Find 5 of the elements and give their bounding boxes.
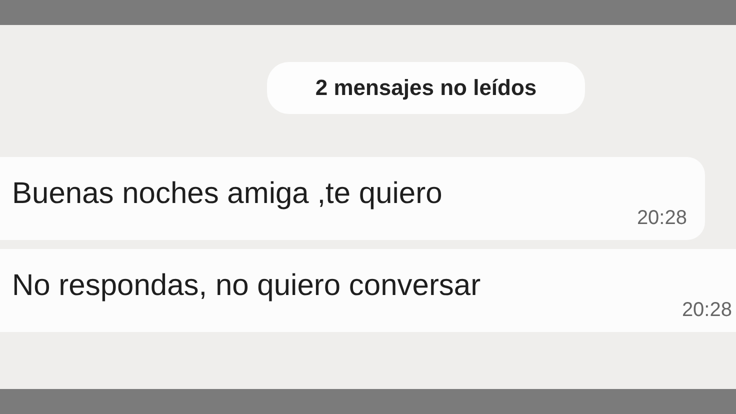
- message-text: Buenas noches amiga ,te quiero: [12, 177, 442, 211]
- message-text: No respondas, no quiero conversar: [12, 269, 481, 303]
- message-time: 20:28: [682, 299, 732, 322]
- message-time: 20:28: [636, 207, 687, 230]
- unread-messages-banner: 2 mensajes no leídos: [267, 62, 585, 114]
